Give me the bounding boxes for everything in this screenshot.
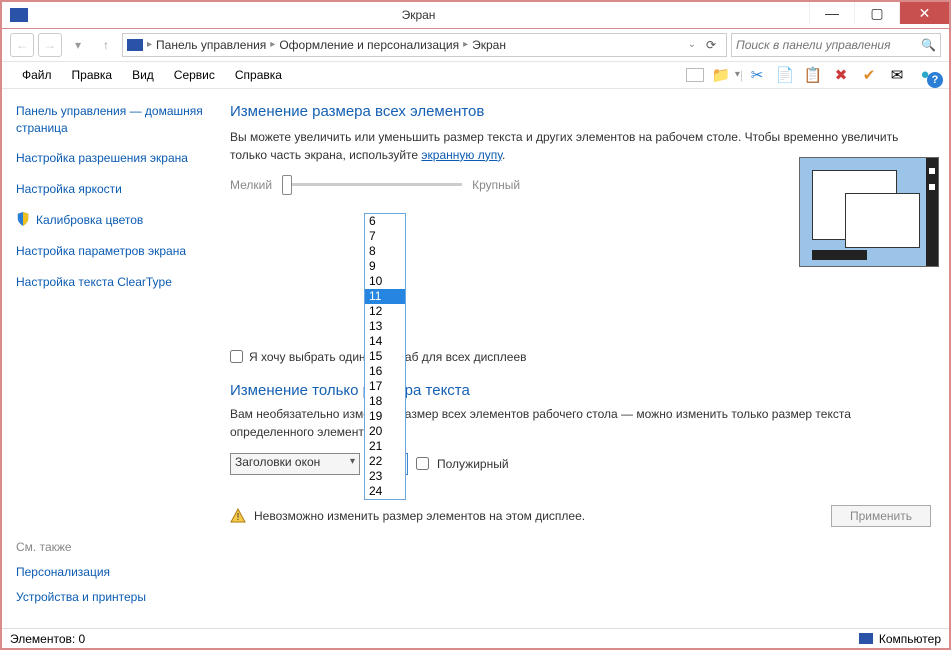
sidebar-personalize-link[interactable]: Персонализация	[16, 564, 212, 581]
menu-tools[interactable]: Сервис	[164, 64, 225, 86]
up-button[interactable]: ↑	[94, 33, 118, 57]
size-option[interactable]: 11	[365, 289, 405, 304]
breadcrumb[interactable]: Экран	[472, 38, 506, 52]
chevron-icon: ▸	[147, 39, 152, 50]
titlebar: Экран — ▢ ✕	[2, 2, 949, 29]
warning-icon: !	[230, 508, 246, 524]
close-button[interactable]: ✕	[899, 2, 949, 24]
sidebar-resolution-link[interactable]: Настройка разрешения экрана	[16, 150, 212, 167]
forward-button[interactable]: →	[38, 33, 62, 57]
shield-icon	[16, 212, 30, 226]
folder-icon[interactable]: 📁	[710, 64, 732, 86]
help-icon[interactable]: ?	[927, 72, 943, 88]
display-icon	[127, 39, 143, 51]
heading-resize-all: Изменение размера всех элементов	[230, 103, 931, 120]
size-dropdown[interactable]: 6789101112131415161718192021222324	[364, 213, 406, 500]
sidebar-calibration-link[interactable]: Калибровка цветов	[16, 212, 212, 229]
size-option[interactable]: 13	[365, 319, 405, 334]
cut-icon[interactable]: ✂	[746, 64, 768, 86]
maximize-button[interactable]: ▢	[854, 2, 899, 24]
size-option[interactable]: 19	[365, 409, 405, 424]
slider-large-label: Крупный	[472, 178, 520, 192]
check-icon[interactable]: ✔	[858, 64, 880, 86]
one-scale-row: Я хочу выбрать один масштаб для всех дис…	[230, 350, 931, 364]
menubar: Файл Правка Вид Сервис Справка 📁 ▾ | ✂ 📄…	[2, 62, 949, 89]
size-option[interactable]: 9	[365, 259, 405, 274]
preview-monitor	[799, 157, 939, 267]
copy-icon[interactable]: 📄	[774, 64, 796, 86]
chevron-icon: ▸	[463, 39, 468, 50]
svg-text:!: !	[237, 512, 240, 523]
element-select-value: Заголовки окон	[235, 455, 320, 469]
breadcrumb[interactable]: Панель управления	[156, 38, 266, 52]
size-option[interactable]: 8	[365, 244, 405, 259]
sidebar-devices-link[interactable]: Устройства и принтеры	[16, 589, 212, 606]
size-option[interactable]: 10	[365, 274, 405, 289]
apply-button[interactable]: Применить	[831, 505, 931, 527]
menu-edit[interactable]: Правка	[62, 64, 123, 86]
breadcrumb[interactable]: Оформление и персонализация	[279, 38, 459, 52]
size-option[interactable]: 15	[365, 349, 405, 364]
size-option[interactable]: 20	[365, 424, 405, 439]
search-input[interactable]	[736, 38, 921, 52]
size-option[interactable]: 24	[365, 484, 405, 499]
slider-small-label: Мелкий	[230, 178, 272, 192]
desc-text-end: .	[502, 148, 505, 162]
heading-text-only: Изменение только размера текста	[230, 382, 931, 399]
size-option[interactable]: 23	[365, 469, 405, 484]
chevron-icon: ▸	[270, 39, 275, 50]
app-icon	[10, 8, 28, 22]
size-option[interactable]: 22	[365, 454, 405, 469]
search-icon[interactable]: 🔍	[921, 38, 936, 52]
refresh-button[interactable]: ⟳	[700, 34, 722, 56]
computer-icon	[859, 633, 873, 644]
magnifier-link[interactable]: экранную лупу	[421, 148, 502, 162]
see-also-heading: См. также	[16, 540, 212, 554]
bold-label: Полужирный	[437, 457, 509, 471]
size-option[interactable]: 21	[365, 439, 405, 454]
sidebar-item-label: Калибровка цветов	[36, 212, 143, 229]
size-option[interactable]: 7	[365, 229, 405, 244]
delete-icon[interactable]: ✖	[830, 64, 852, 86]
status-computer: Компьютер	[879, 632, 941, 646]
chevron-down-icon[interactable]: ⌄	[688, 39, 696, 50]
layout-icon[interactable]	[686, 68, 704, 82]
element-select[interactable]: Заголовки окон	[230, 453, 360, 475]
sidebar: Панель управления — домашняя страница На…	[2, 89, 212, 628]
sidebar-params-link[interactable]: Настройка параметров экрана	[16, 243, 212, 260]
address-bar[interactable]: ▸ Панель управления ▸ Оформление и персо…	[122, 33, 727, 57]
status-elements: Элементов: 0	[10, 632, 85, 646]
main-content: Изменение размера всех элементов Вы може…	[212, 89, 949, 628]
sidebar-home-link[interactable]: Панель управления — домашняя страница	[16, 103, 212, 137]
scale-slider[interactable]	[282, 183, 462, 186]
size-option[interactable]: 12	[365, 304, 405, 319]
sidebar-brightness-link[interactable]: Настройка яркости	[16, 181, 212, 198]
mail-icon[interactable]: ✉	[886, 64, 908, 86]
sidebar-cleartype-link[interactable]: Настройка текста ClearType	[16, 274, 212, 291]
size-option[interactable]: 18	[365, 394, 405, 409]
status-bar: Элементов: 0 Компьютер	[2, 628, 949, 648]
size-option[interactable]: 17	[365, 379, 405, 394]
menu-help[interactable]: Справка	[225, 64, 292, 86]
window-title: Экран	[28, 8, 809, 22]
size-option[interactable]: 14	[365, 334, 405, 349]
paste-icon[interactable]: 📋	[802, 64, 824, 86]
menu-file[interactable]: Файл	[12, 64, 62, 86]
minimize-button[interactable]: —	[809, 2, 854, 24]
recent-dropdown[interactable]: ▾	[66, 33, 90, 57]
bold-checkbox[interactable]	[416, 457, 429, 470]
back-button[interactable]: ←	[10, 33, 34, 57]
search-box[interactable]: 🔍	[731, 33, 941, 57]
warning-text: Невозможно изменить размер элементов на …	[254, 509, 585, 523]
one-scale-checkbox[interactable]	[230, 350, 243, 363]
slider-thumb[interactable]	[282, 175, 292, 195]
navbar: ← → ▾ ↑ ▸ Панель управления ▸ Оформление…	[2, 29, 949, 62]
menu-view[interactable]: Вид	[122, 64, 164, 86]
description2: Вам необязательно изменять размер всех э…	[230, 405, 931, 441]
size-option[interactable]: 6	[365, 214, 405, 229]
size-option[interactable]: 16	[365, 364, 405, 379]
